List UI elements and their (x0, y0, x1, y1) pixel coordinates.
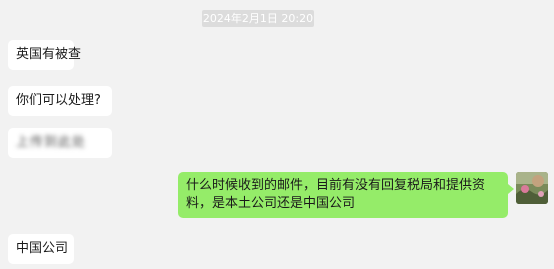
chat-message-incoming[interactable]: 中国公司 (8, 234, 74, 264)
message-text: 中国公司 (16, 241, 69, 256)
avatar-photo-icon (516, 172, 548, 204)
user-avatar[interactable] (516, 172, 548, 204)
chat-message-incoming[interactable]: 英国有被查 (8, 40, 81, 70)
chat-message-incoming-obscured[interactable]: 上传到此处 (8, 128, 112, 158)
chat-timestamp: 2024年2月1日 20:20 (202, 10, 314, 27)
bubble-tail (508, 184, 514, 194)
message-text: 英国有被查 (16, 47, 82, 62)
message-text: 你们可以处理? (16, 93, 101, 108)
message-text-obscured: 上传到此处 (16, 135, 87, 150)
chat-message-outgoing[interactable]: 什么时候收到的邮件，目前有没有回复税局和提供资料，是本土公司还是中国公司 (178, 172, 508, 218)
chat-message-incoming[interactable]: 你们可以处理? (8, 86, 112, 116)
message-text: 什么时候收到的邮件，目前有没有回复税局和提供资料，是本土公司还是中国公司 (186, 178, 486, 211)
